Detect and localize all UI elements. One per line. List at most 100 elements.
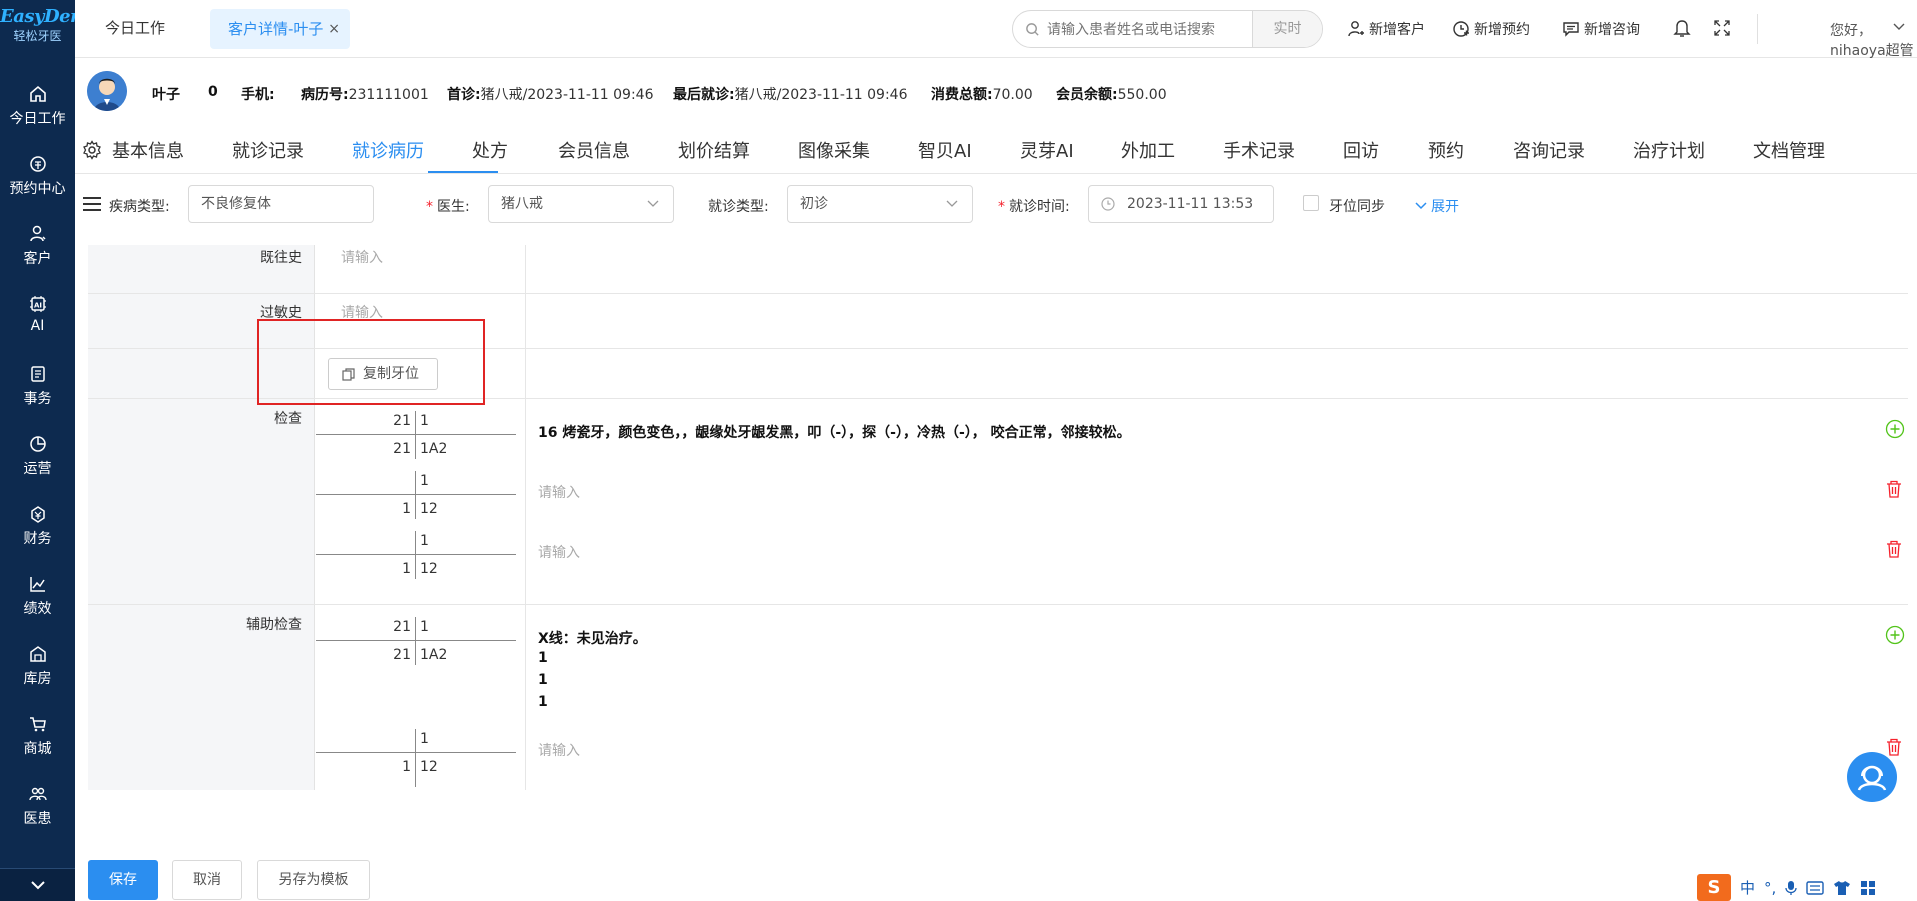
cancel-button[interactable]: 取消	[172, 860, 242, 900]
add-appointment-icon	[1453, 21, 1469, 37]
add-user-icon	[1348, 21, 1364, 37]
sidebar-item-customer[interactable]: 客户	[0, 224, 75, 294]
tab-follow-up[interactable]: 回访	[1343, 137, 1379, 163]
tab-document-management[interactable]: 文档管理	[1753, 137, 1825, 163]
patient-name: 叶子	[152, 87, 180, 103]
brand-logo[interactable]: EasyDent 轻松牙医	[0, 6, 91, 44]
trash-icon[interactable]	[1885, 479, 1903, 499]
tooth-position-chart[interactable]: 21 1 21 1A2	[316, 411, 516, 459]
visit-time-value: 2023-11-11 13:53	[1127, 196, 1254, 212]
disease-type-input[interactable]: 不良修复体	[188, 185, 374, 223]
skin-icon[interactable]	[1833, 880, 1851, 896]
tooth-lr: 1A2	[420, 647, 448, 663]
search-input[interactable]	[1047, 11, 1227, 47]
chevron-down-icon[interactable]	[1893, 22, 1905, 32]
customer-service-button[interactable]	[1847, 752, 1897, 802]
appointment-icon	[29, 156, 46, 172]
tab-appointment[interactable]: 预约	[1428, 137, 1464, 163]
tooth-ll: 1	[402, 561, 411, 577]
doctor-select[interactable]: 猪八戒	[488, 185, 674, 223]
tab-customer-detail[interactable]: 客户详情-叶子 ×	[210, 9, 350, 49]
tab-consult-records[interactable]: 咨询记录	[1513, 137, 1585, 163]
sidebar-item-operation[interactable]: 运营	[0, 434, 75, 504]
sidebar-more-button[interactable]	[0, 868, 75, 901]
row-divider	[88, 293, 1908, 294]
new-customer-button[interactable]: 新增客户	[1347, 19, 1425, 39]
money-icon	[30, 506, 45, 523]
add-circle-icon[interactable]	[1885, 625, 1905, 645]
tab-basic-info[interactable]: 基本信息	[112, 137, 184, 163]
tooth-position-chart[interactable]: 1 1 12	[316, 729, 516, 787]
ai-chip-icon: AI	[29, 296, 46, 312]
sidebar-item-ai[interactable]: AI AI	[0, 294, 75, 364]
tooth-ul: 21	[393, 413, 411, 429]
tooth-position-chart[interactable]: 1 1 12	[316, 531, 516, 579]
tab-image-capture[interactable]: 图像采集	[798, 137, 870, 163]
microphone-icon[interactable]	[1785, 880, 1797, 896]
sidebar-item-label: 库房	[23, 671, 52, 687]
grid-icon[interactable]	[1860, 880, 1876, 896]
bell-icon[interactable]	[1673, 18, 1691, 38]
save-button[interactable]: 保存	[88, 860, 158, 900]
tab-treatment-plan[interactable]: 治疗计划	[1633, 137, 1705, 163]
new-appointment-button[interactable]: 新增预约	[1452, 19, 1530, 39]
sidebar-item-label: 事务	[23, 391, 52, 407]
sidebar-item-appointment-center[interactable]: 预约中心	[0, 154, 75, 224]
visit-type-select[interactable]: 初诊	[787, 185, 973, 223]
chevron-down-icon	[946, 200, 958, 207]
message-icon	[1563, 22, 1579, 37]
aux-text-line-4[interactable]: 1	[538, 694, 548, 710]
add-circle-icon[interactable]	[1885, 419, 1905, 439]
tab-lingya-ai[interactable]: 灵芽AI	[1020, 137, 1074, 163]
sidebar-item-affairs[interactable]: 事务	[0, 364, 75, 434]
visit-time-picker[interactable]: 2023-11-11 13:53	[1088, 185, 1274, 223]
sidebar-item-performance[interactable]: 绩效	[0, 574, 75, 644]
aux-exam-input-2[interactable]: 请输入	[538, 740, 580, 760]
expand-button[interactable]: 展开	[1415, 196, 1459, 216]
save-as-template-button[interactable]: 另存为模板	[257, 860, 370, 900]
sidebar-item-mall[interactable]: 商城	[0, 714, 75, 784]
tab-surgery-records[interactable]: 手术记录	[1223, 137, 1295, 163]
tab-visit-records[interactable]: 就诊记录	[232, 137, 304, 163]
tab-zhibei-ai[interactable]: 智贝AI	[918, 137, 972, 163]
aux-text-line-1[interactable]: X线：未见治疗。	[538, 628, 647, 648]
exam-input-2[interactable]: 请输入	[538, 482, 580, 502]
trash-icon[interactable]	[1885, 539, 1903, 559]
tooth-position-chart[interactable]: 1 1 12	[316, 471, 516, 519]
tab-pricing-settlement[interactable]: 划价结算	[678, 137, 750, 163]
tab-label: 客户详情-叶子	[228, 20, 324, 38]
tooth-lr: 12	[420, 501, 438, 517]
past-history-input[interactable]: 请输入	[341, 247, 383, 267]
aux-text-line-2[interactable]: 1	[538, 650, 548, 666]
ime-toolbar[interactable]: S 中 °,	[1697, 874, 1877, 901]
gear-icon[interactable]	[82, 140, 102, 160]
pie-chart-icon	[29, 436, 46, 452]
sidebar-item-finance[interactable]: 财务	[0, 504, 75, 574]
ime-punctuation[interactable]: °,	[1764, 879, 1776, 897]
exam-text-1[interactable]: 16 烤瓷牙，颜色变色，，龈缘处牙龈发黑，叩（-），探（-），冷热（-）， 咬合…	[538, 422, 1131, 442]
tooth-sync-checkbox[interactable]	[1303, 195, 1319, 211]
tab-medical-record[interactable]: 就诊病历	[352, 137, 424, 163]
exam-input-3[interactable]: 请输入	[538, 542, 580, 562]
realtime-button[interactable]: 实时	[1252, 11, 1322, 47]
menu-icon[interactable]	[82, 196, 102, 212]
tab-today-work[interactable]: 今日工作	[105, 17, 165, 38]
sidebar-item-today[interactable]: 今日工作	[0, 84, 75, 154]
tooth-ll: 1	[402, 501, 411, 517]
tab-outsourcing[interactable]: 外加工	[1121, 137, 1175, 163]
aux-text-line-3[interactable]: 1	[538, 672, 548, 688]
ime-language[interactable]: 中	[1740, 877, 1755, 898]
keyboard-icon[interactable]	[1806, 880, 1824, 895]
fullscreen-icon[interactable]	[1713, 19, 1731, 37]
new-consult-button[interactable]: 新增咨询	[1562, 19, 1640, 39]
tooth-position-chart[interactable]: 21 1 21 1A2	[316, 617, 516, 665]
tooth-ur: 1	[420, 731, 429, 747]
sidebar-item-warehouse[interactable]: 库房	[0, 644, 75, 714]
tab-prescription[interactable]: 处方	[472, 137, 508, 163]
sidebar-item-label: 客户	[23, 251, 52, 267]
logo-subtext: 轻松牙医	[13, 29, 62, 43]
column-divider	[525, 245, 526, 790]
sidebar-item-doctor-patient[interactable]: 医患	[0, 784, 75, 854]
tab-member-info[interactable]: 会员信息	[558, 137, 630, 163]
close-icon[interactable]: ×	[328, 9, 340, 49]
